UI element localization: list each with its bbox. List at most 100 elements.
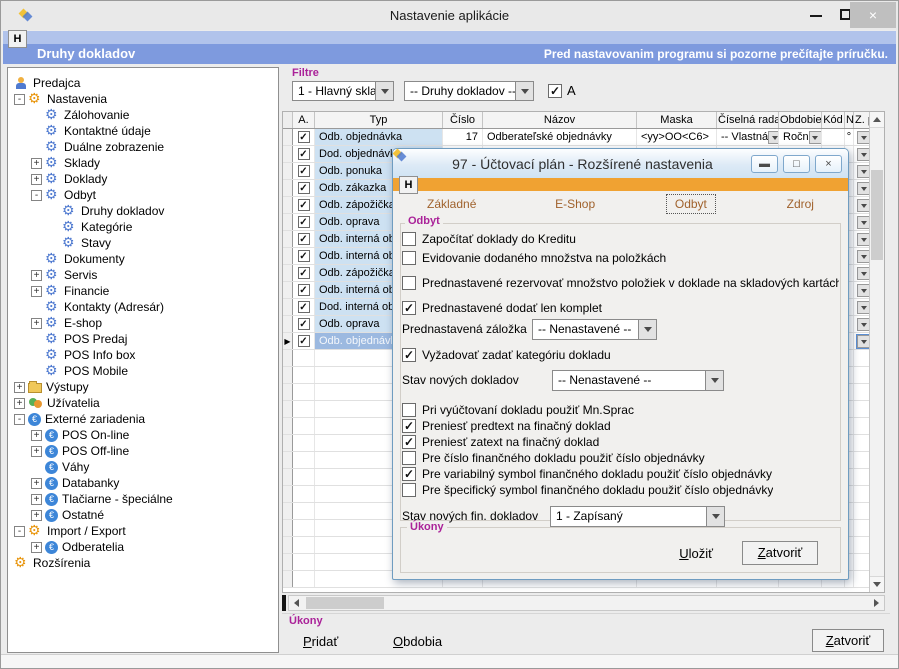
column-header-k-d[interactable]: Kód	[822, 112, 845, 128]
tab-odbyt[interactable]: Odbyt	[666, 194, 716, 214]
tree-item-sklady[interactable]: +Sklady	[8, 155, 278, 171]
dialog-close-icon[interactable]: ×	[815, 155, 842, 173]
scroll-up-icon[interactable]	[870, 112, 884, 128]
horizontal-scrollbar[interactable]	[288, 595, 885, 611]
dialog-checkbox[interactable]	[402, 451, 416, 465]
dialog-checkbox[interactable]	[402, 403, 416, 417]
tree-item-pos-mobile[interactable]: POS Mobile	[8, 363, 278, 379]
expand-icon[interactable]: +	[31, 318, 42, 329]
expand-icon[interactable]: +	[31, 286, 42, 297]
row-checkbox[interactable]: ✓	[298, 216, 310, 228]
column-header-maska[interactable]: Maska	[637, 112, 717, 128]
dialog-select[interactable]: 1 - Zapísaný	[550, 506, 725, 527]
tree-item-e-shop[interactable]: +E-shop	[8, 315, 278, 331]
tree-item-pos-off-line[interactable]: +POS Off-line	[8, 443, 278, 459]
column-header-typ[interactable]: Typ	[315, 112, 443, 128]
help-badge[interactable]: H	[8, 30, 27, 48]
filter-a-checkbox[interactable]: ✓	[548, 84, 562, 98]
column-header--slo[interactable]: Číslo	[443, 112, 483, 128]
dialog-checkbox[interactable]: ✓	[402, 348, 416, 362]
tree-item-pos-predaj[interactable]: POS Predaj	[8, 331, 278, 347]
vertical-scrollbar[interactable]	[869, 112, 884, 592]
dialog-help-badge[interactable]: H	[399, 176, 418, 194]
row-checkbox[interactable]: ✓	[298, 301, 310, 313]
row-checkbox[interactable]: ✓	[298, 335, 310, 347]
tree-item-z-lohovanie[interactable]: Zálohovanie	[8, 107, 278, 123]
tab-eshop[interactable]: E-Shop	[547, 195, 603, 213]
chevron-down-icon[interactable]	[638, 320, 656, 339]
expand-icon[interactable]: +	[31, 494, 42, 505]
tree-item-kontakty-adres-r-[interactable]: Kontakty (Adresár)	[8, 299, 278, 315]
dialog-checkbox[interactable]	[402, 232, 416, 246]
expand-icon[interactable]: +	[14, 398, 25, 409]
tab-zdroj[interactable]: Zdroj	[779, 195, 822, 213]
column-header-n-zov[interactable]: Názov	[483, 112, 637, 128]
row-checkbox[interactable]: ✓	[298, 199, 310, 211]
tree-item-doklady[interactable]: +Doklady	[8, 171, 278, 187]
chevron-down-icon[interactable]	[809, 131, 822, 144]
tree-item-odberatelia[interactable]: +Odberatelia	[8, 539, 278, 555]
tree-item-v-hy[interactable]: Váhy	[8, 459, 278, 475]
scrollbar-thumb[interactable]	[871, 170, 883, 260]
expand-icon[interactable]: +	[31, 510, 42, 521]
close-icon[interactable]: ×	[850, 2, 896, 28]
tree-item-druhy-dokladov[interactable]: Druhy dokladov	[8, 203, 278, 219]
close-button[interactable]: Zatvoriť	[812, 629, 884, 652]
dialog-checkbox[interactable]	[402, 483, 416, 497]
tree-item-roz-renia[interactable]: Rozšírenia	[8, 555, 278, 571]
tree-item-financie[interactable]: +Financie	[8, 283, 278, 299]
collapse-icon[interactable]: -	[14, 414, 25, 425]
tree-item-du-lne-zobrazenie[interactable]: Duálne zobrazenie	[8, 139, 278, 155]
expand-icon[interactable]: +	[31, 270, 42, 281]
chevron-down-icon[interactable]	[768, 131, 779, 144]
add-button[interactable]: Pridať	[303, 634, 338, 649]
collapse-icon[interactable]: -	[14, 526, 25, 537]
dialog-checkbox[interactable]	[402, 251, 416, 265]
tree-item-databanky[interactable]: +Databanky	[8, 475, 278, 491]
tree-item-dokumenty[interactable]: Dokumenty	[8, 251, 278, 267]
dialog-select[interactable]: -- Nenastavené --	[532, 319, 657, 340]
table-row[interactable]: ✓Odb. objednávka17Odberateľské objednávk…	[283, 129, 884, 146]
chevron-down-icon[interactable]	[705, 371, 723, 390]
periods-button[interactable]: Obdobia	[393, 634, 442, 649]
row-checkbox[interactable]: ✓	[298, 165, 310, 177]
dialog-checkbox[interactable]	[402, 276, 416, 290]
scroll-down-icon[interactable]	[870, 576, 884, 592]
dialog-select[interactable]: -- Nenastavené --	[552, 370, 724, 391]
tree-item-ostatn-[interactable]: +Ostatné	[8, 507, 278, 523]
row-checkbox[interactable]: ✓	[298, 250, 310, 262]
chevron-down-icon[interactable]	[375, 82, 393, 100]
column-header-a-[interactable]: A.	[293, 112, 315, 128]
dialog-checkbox[interactable]: ✓	[402, 301, 416, 315]
tab-zakladne[interactable]: Základné	[419, 195, 484, 213]
dialog-minimize-icon[interactable]: ▬	[751, 155, 778, 173]
column-header-n-[interactable]: N.	[845, 112, 854, 128]
minimize-icon[interactable]	[810, 15, 822, 17]
tree-item-kateg-rie[interactable]: Kategórie	[8, 219, 278, 235]
dialog-checkbox[interactable]: ✓	[402, 435, 416, 449]
tree-item-tla-iarne-peci-lne[interactable]: +Tlačiarne - špeciálne	[8, 491, 278, 507]
save-button[interactable]: Uložiť	[679, 546, 713, 561]
expand-icon[interactable]: +	[31, 158, 42, 169]
tree-item-kontaktn-daje[interactable]: Kontaktné údaje	[8, 123, 278, 139]
warehouse-select[interactable]: 1 - Hlavný sklad	[292, 81, 394, 101]
expand-icon[interactable]: +	[31, 542, 42, 553]
chevron-down-icon[interactable]	[706, 507, 724, 526]
dialog-close-button[interactable]: Zatvoriť	[742, 541, 818, 565]
expand-icon[interactable]: +	[31, 174, 42, 185]
chevron-down-icon[interactable]	[515, 82, 533, 100]
collapse-icon[interactable]: -	[31, 190, 42, 201]
row-checkbox[interactable]: ✓	[298, 148, 310, 160]
tree-item-pos-on-line[interactable]: +POS On-line	[8, 427, 278, 443]
tree-item-import-export[interactable]: -Import / Export	[8, 523, 278, 539]
tree-item-stavy[interactable]: Stavy	[8, 235, 278, 251]
column-header--seln-rada-s[interactable]: Číselná rada s	[717, 112, 779, 128]
row-checkbox[interactable]: ✓	[298, 318, 310, 330]
tree-item-odbyt[interactable]: -Odbyt	[8, 187, 278, 203]
dialog-checkbox[interactable]: ✓	[402, 419, 416, 433]
tree-item-predajca[interactable]: Predajca	[8, 75, 278, 91]
row-checkbox[interactable]: ✓	[298, 284, 310, 296]
tree-item-u-vatelia[interactable]: +Užívatelia	[8, 395, 278, 411]
row-checkbox[interactable]: ✓	[298, 182, 310, 194]
scrollbar-thumb[interactable]	[306, 597, 384, 609]
